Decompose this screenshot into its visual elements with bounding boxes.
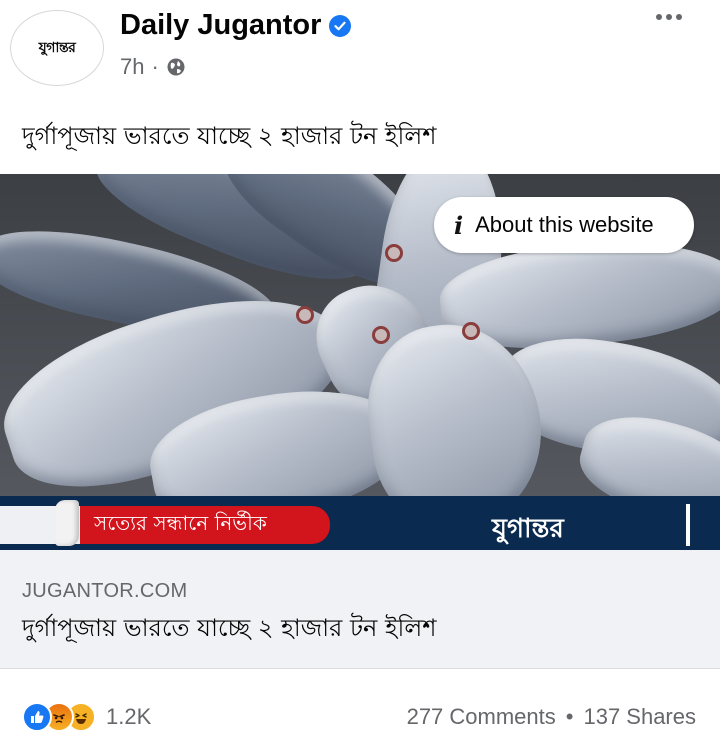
info-icon: i (454, 210, 464, 240)
banner-slogan-box: সত্যের সন্ধানে নির্ভীক (80, 506, 330, 544)
banner-logo: যুগান্তর (492, 514, 564, 544)
banner-slogan: সত্যের সন্ধানে নির্ভীক (94, 510, 267, 535)
link-title[interactable]: দুর্গাপূজায় ভারতে যাচ্ছে ২ হাজার টন ইলি… (22, 610, 436, 650)
post-text: দুর্গাপূজায় ভারতে যাচ্ছে ২ হাজার টন ইলি… (22, 122, 437, 150)
comments-count-link[interactable]: 277 Comments (407, 704, 556, 730)
post-meta: 7h · (120, 54, 186, 80)
engagement-separator: • (565, 704, 574, 729)
link-preview-card[interactable] (0, 550, 720, 668)
reactions-summary[interactable]: 1.2K (22, 702, 151, 732)
scroll-icon (55, 500, 79, 546)
banner-divider (686, 504, 690, 546)
link-domain: JUGANTOR.COM (22, 580, 188, 602)
post-time[interactable]: 7h (120, 54, 144, 80)
reaction-count: 1.2K (106, 704, 152, 729)
shares-count-link[interactable]: 137 Shares (583, 704, 696, 730)
like-icon (22, 702, 52, 732)
post-header: যুগান্তর Daily Jugantor 7h · (0, 0, 720, 100)
more-options-icon[interactable] (656, 14, 682, 20)
meta-separator: · (151, 54, 159, 79)
about-this-website-label: About this website (475, 212, 654, 237)
verified-badge-icon (329, 14, 352, 37)
page-avatar[interactable]: যুগান্তর (10, 10, 104, 86)
engagement-stats: 277 Comments • 137 Shares (407, 704, 696, 730)
avatar-logo: যুগান্তর (38, 40, 76, 56)
page-name[interactable]: Daily Jugantor (120, 9, 321, 42)
about-this-website-button[interactable]: i About this website (434, 197, 694, 253)
globe-icon (166, 57, 186, 77)
page-name-row: Daily Jugantor (120, 9, 352, 42)
